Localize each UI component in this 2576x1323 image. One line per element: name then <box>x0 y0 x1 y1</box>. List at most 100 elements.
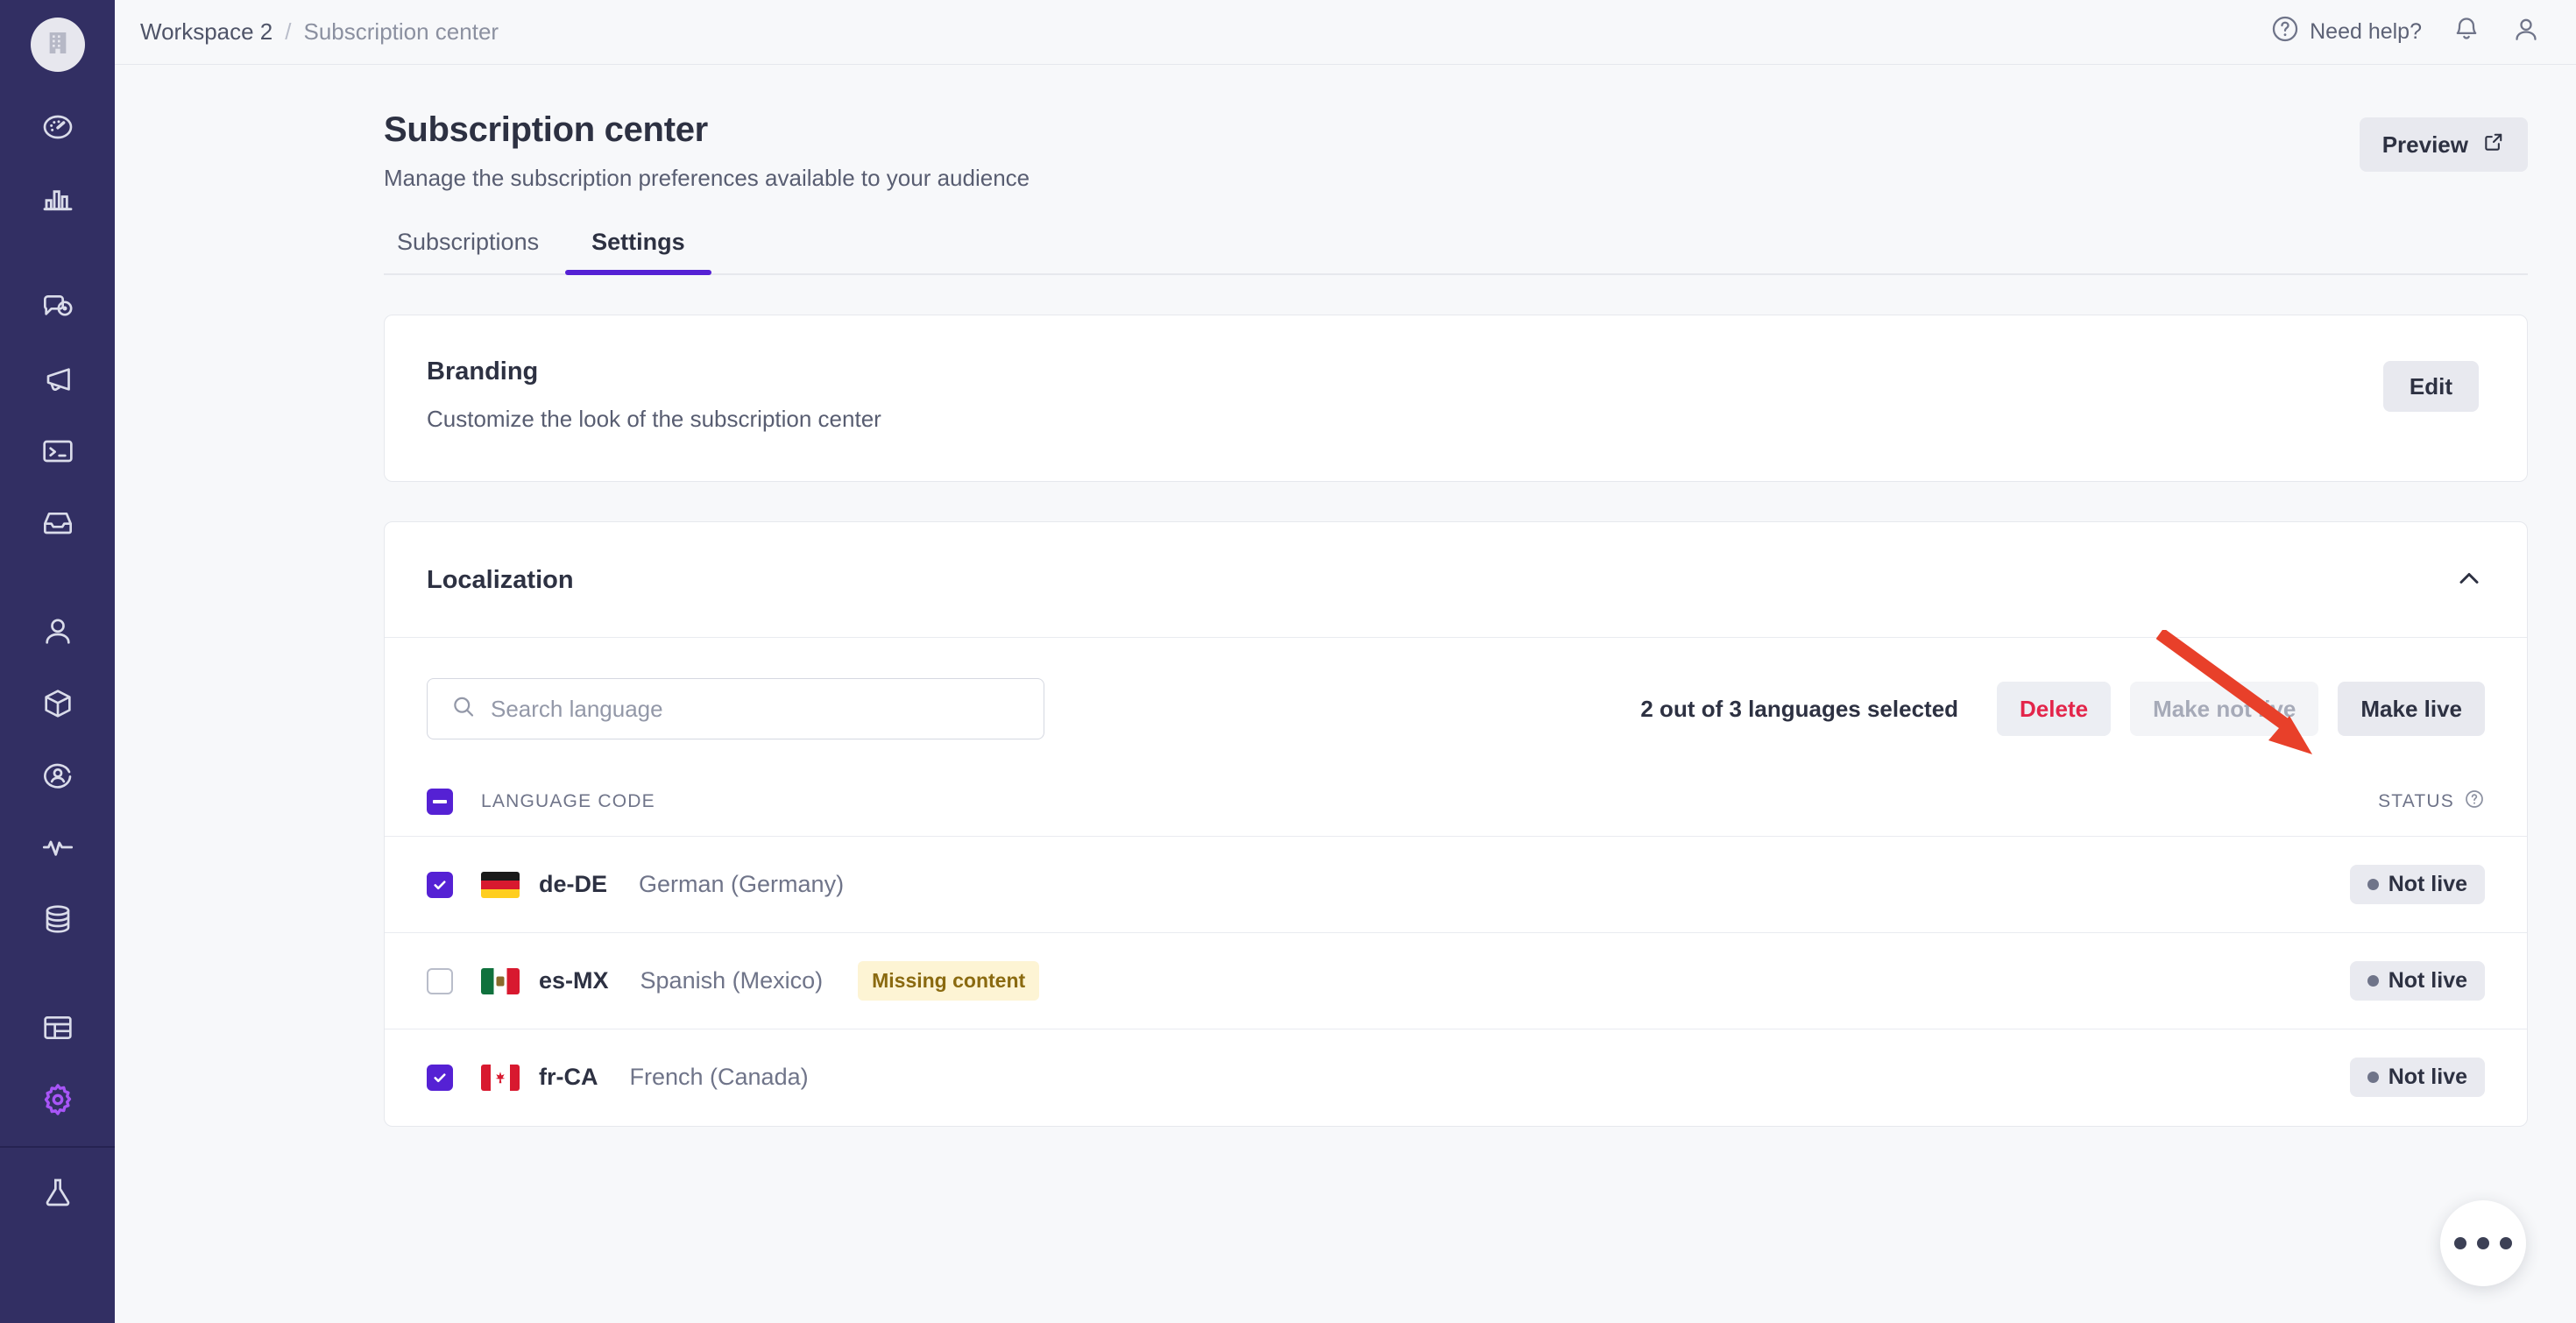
question-circle-icon <box>2270 14 2300 50</box>
notifications-button[interactable] <box>2452 15 2481 49</box>
sidebar-group-gap-3 <box>0 955 115 992</box>
tab-subscriptions[interactable]: Subscriptions <box>384 229 565 273</box>
workspace-avatar[interactable] <box>30 18 85 72</box>
page-header-text: Subscription center Manage the subscript… <box>384 110 1030 192</box>
table-row[interactable]: fr-CA French (Canada) Not live <box>385 1029 2527 1126</box>
activity-pulse-icon <box>40 830 75 865</box>
sidebar-group-gap-1 <box>0 235 115 272</box>
sidebar-item-developers[interactable] <box>0 415 115 487</box>
status-dot-icon <box>2367 975 2379 987</box>
sidebar-item-labs[interactable] <box>0 1157 115 1228</box>
building-icon <box>44 29 72 61</box>
select-all-checkbox[interactable] <box>427 789 453 815</box>
sidebar-item-dashboard[interactable] <box>0 91 115 163</box>
row-checkbox-fr-CA[interactable] <box>427 1064 453 1091</box>
delete-button[interactable]: Delete <box>1997 682 2112 736</box>
branding-title: Branding <box>427 357 539 386</box>
row-checkbox-es-MX[interactable] <box>427 967 453 994</box>
row-language-cell-fr: fr-CA French (Canada) <box>481 1029 2034 1126</box>
question-circle-icon[interactable] <box>2464 789 2485 815</box>
flask-icon <box>40 1175 75 1210</box>
row-checkbox-de-DE[interactable] <box>427 871 453 898</box>
terminal-icon <box>40 434 75 469</box>
sidebar-item-analytics[interactable] <box>0 163 115 235</box>
sidebar-item-data[interactable] <box>0 883 115 955</box>
sidebar-item-layouts[interactable] <box>0 992 115 1064</box>
status-badge-label: Not live <box>2388 968 2467 993</box>
status-header-label: STATUS <box>2378 791 2454 811</box>
layout-table-icon <box>40 1010 75 1045</box>
status-badge-label: Not live <box>2388 1065 2467 1090</box>
flag-mx-icon <box>481 967 520 994</box>
ellipsis-icon <box>2454 1237 2512 1249</box>
table-row[interactable]: de-DE German (Germany) Not live <box>385 836 2527 933</box>
flag-ca-icon <box>481 1064 520 1091</box>
need-help-label: Need help? <box>2310 19 2422 44</box>
main-sidebar <box>0 0 115 1323</box>
megaphone-icon <box>40 362 75 397</box>
language-code-de: de-DE <box>539 871 608 897</box>
row-language-cell-es: es-MX Spanish (Mexico) Missing content <box>481 932 2035 1029</box>
gear-icon <box>39 1081 76 1118</box>
search-language-input[interactable] <box>427 678 1044 739</box>
top-bar: Workspace 2 / Subscription center Need h… <box>115 0 2576 65</box>
status-badge: Not live <box>2349 865 2485 904</box>
chat-eye-icon <box>40 290 75 325</box>
table-header-row: LANGUAGE CODE STATUS <box>385 776 2527 837</box>
sidebar-item-profiles[interactable] <box>0 739 115 811</box>
language-code-header: LANGUAGE CODE <box>481 776 2035 837</box>
status-header: STATUS <box>2034 776 2527 837</box>
row-checkbox-cell-es <box>385 932 481 1029</box>
branding-card: Branding Customize the look of the subsc… <box>384 315 2528 482</box>
sidebar-group-gap-2 <box>0 559 115 596</box>
sidebar-item-activity[interactable] <box>0 811 115 883</box>
language-name-es: Spanish (Mexico) <box>640 967 824 994</box>
languages-table-body: de-DE German (Germany) Not live es-MX Sp… <box>385 836 2527 1126</box>
make-not-live-button[interactable]: Make not live <box>2130 682 2319 736</box>
main-area: Workspace 2 / Subscription center Need h… <box>115 0 2576 1323</box>
tab-settings[interactable]: Settings <box>565 229 711 275</box>
row-language-cell-de: de-DE German (Germany) <box>481 836 2035 933</box>
help-fab-button[interactable] <box>2440 1200 2526 1286</box>
app-root: Workspace 2 / Subscription center Need h… <box>0 0 2576 1323</box>
sidebar-item-objects[interactable] <box>0 668 115 739</box>
external-link-icon <box>2482 131 2505 159</box>
status-badge: Not live <box>2349 961 2485 1001</box>
selection-summary: 2 out of 3 languages selected <box>1640 695 1959 722</box>
user-avatar-icon <box>2511 15 2541 49</box>
localization-title: Localization <box>427 566 574 594</box>
content-inner: Subscription center Manage the subscript… <box>115 65 2576 1127</box>
sidebar-item-settings[interactable] <box>0 1064 115 1136</box>
table-row[interactable]: es-MX Spanish (Mexico) Missing content N… <box>385 932 2527 1029</box>
languages-table-head: LANGUAGE CODE STATUS <box>385 776 2527 837</box>
row-checkbox-cell-de <box>385 836 481 933</box>
user-circle-icon <box>40 758 75 793</box>
row-status-cell-es: Not live <box>2034 932 2527 1029</box>
sidebar-item-audience[interactable] <box>0 596 115 668</box>
sidebar-item-inbox[interactable] <box>0 487 115 559</box>
localization-collapse-button[interactable] <box>2453 562 2485 598</box>
sidebar-item-messaging-insights[interactable] <box>0 272 115 343</box>
inbox-icon <box>40 506 75 541</box>
breadcrumb-current: Subscription center <box>303 18 499 45</box>
row-checkbox-cell-fr <box>385 1029 481 1126</box>
sidebar-divider <box>0 1146 115 1148</box>
localization-header: Localization <box>385 522 2527 638</box>
preview-button[interactable]: Preview <box>2359 117 2528 172</box>
branding-text: Branding Customize the look of the subsc… <box>427 357 881 433</box>
account-button[interactable] <box>2511 15 2541 49</box>
bar-chart-icon <box>40 181 75 216</box>
need-help-button[interactable]: Need help? <box>2270 14 2422 50</box>
branding-edit-button[interactable]: Edit <box>2382 361 2479 412</box>
make-live-button[interactable]: Make live <box>2338 682 2485 736</box>
language-code-es: es-MX <box>539 967 609 994</box>
languages-table: LANGUAGE CODE STATUS de-DE German (Germa… <box>385 776 2527 1126</box>
breadcrumb-workspace[interactable]: Workspace 2 <box>140 18 272 46</box>
status-badge-label: Not live <box>2388 872 2467 896</box>
language-code-fr: fr-CA <box>539 1064 598 1091</box>
page-header: Subscription center Manage the subscript… <box>384 110 2528 192</box>
indeterminate-dash <box>433 800 447 803</box>
sidebar-item-campaigns[interactable] <box>0 343 115 415</box>
status-dot-icon <box>2367 879 2379 890</box>
settings-tabs: Subscriptions Settings <box>384 229 2528 275</box>
